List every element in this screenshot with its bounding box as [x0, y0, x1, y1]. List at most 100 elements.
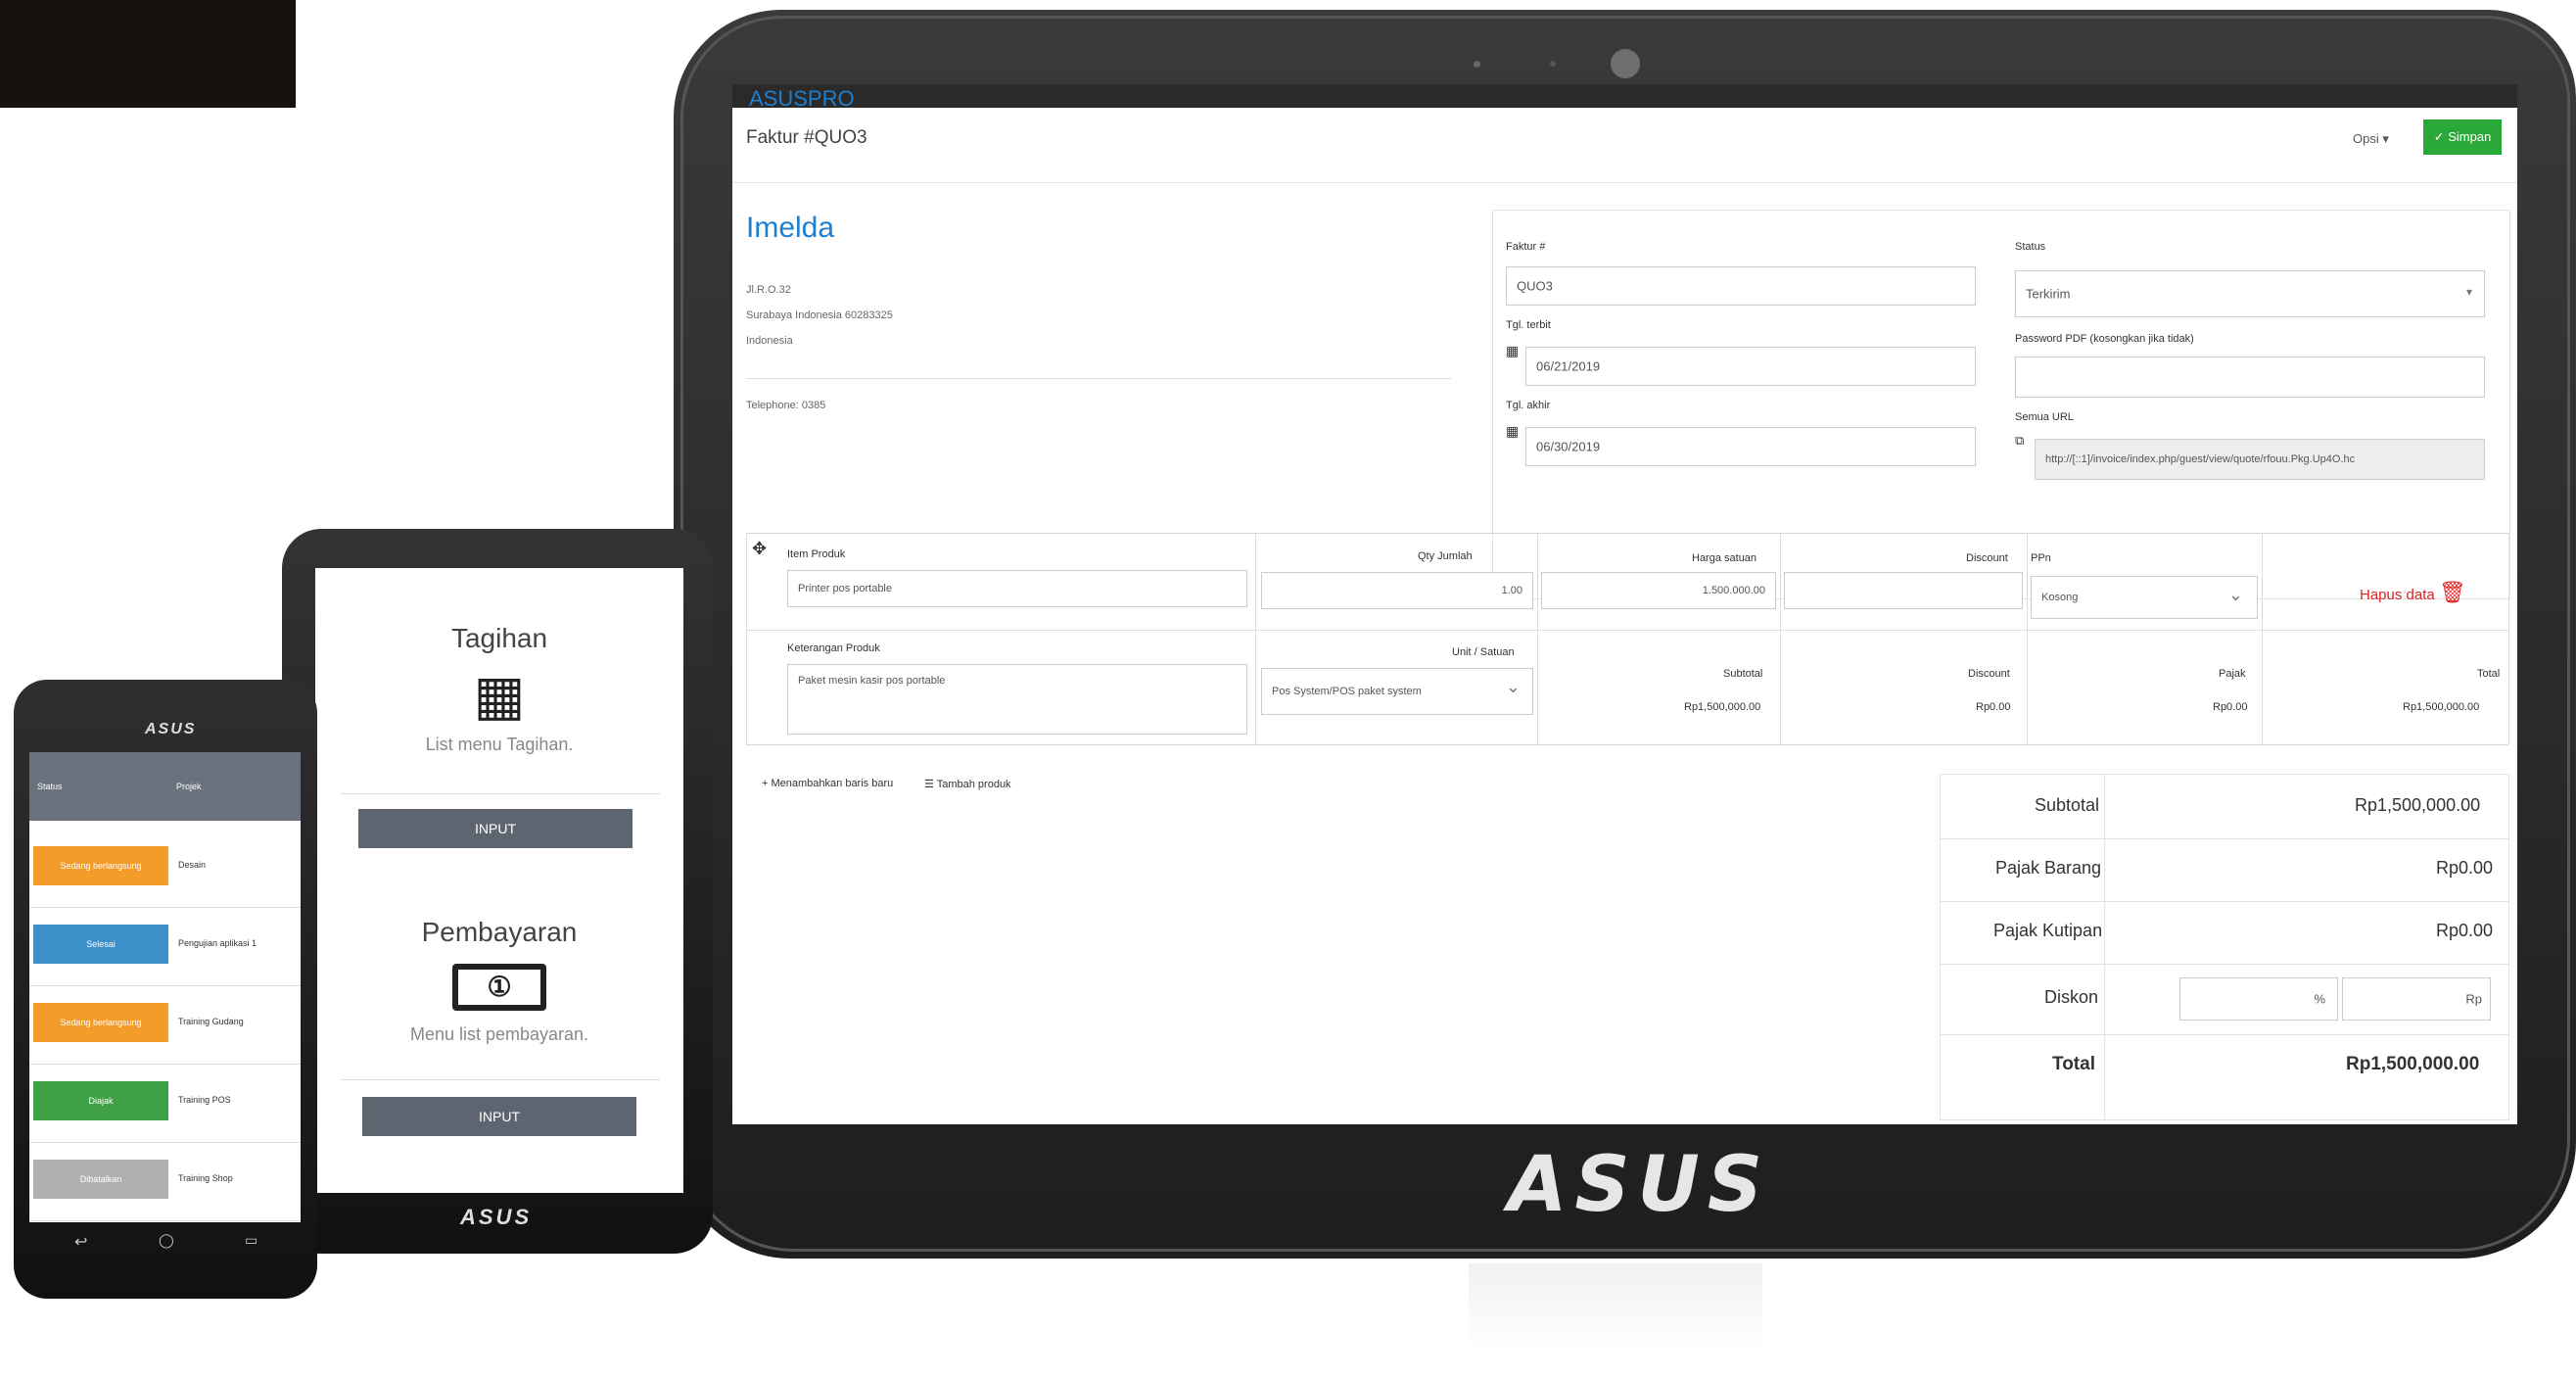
status-value: Terkirim [2026, 286, 2071, 302]
desc-value: Paket mesin kasir pos portable [798, 675, 946, 687]
item-tax-header: Pajak [2219, 668, 2246, 680]
tax-select[interactable]: Kosong ⌄ [2031, 576, 2258, 619]
project-name: Training POS [178, 1095, 231, 1105]
asus-logo: ASUS [460, 1205, 533, 1229]
banknote-icon: ① [452, 964, 546, 1011]
screen-top-strip [732, 84, 2517, 110]
due-date-value: 06/30/2019 [1536, 439, 1601, 454]
add-product-link[interactable]: ☰ Tambah produk [924, 778, 1011, 790]
asus-logo: ASUS [1508, 1141, 1771, 1229]
qty-field[interactable]: 1.00 [1261, 572, 1533, 609]
small-tablet-screen: Tagihan ▦ List menu Tagihan. INPUT Pemba… [315, 568, 683, 1193]
table-row[interactable]: Selesai Pengujian aplikasi 1 [29, 907, 301, 986]
item-total-header: Total [2477, 668, 2501, 680]
due-date-field[interactable]: 06/30/2019 [1525, 427, 1976, 466]
asus-logo: ASUS [145, 721, 197, 737]
status-badge: Sedang berlangsung [33, 846, 168, 885]
database-icon: ☰ [924, 779, 934, 790]
client-phone: Telephone: 0385 [746, 400, 826, 411]
issue-date-label: Tgl. terbit [1506, 319, 1551, 331]
item-tax-label: Pajak Barang [1995, 858, 2102, 878]
guest-url-value: http://[::1]/invoice/index.php/guest/vie… [2045, 453, 2356, 465]
desc-header: Keterangan Produk [787, 642, 880, 654]
qty-value: 1.00 [1501, 585, 1522, 596]
home-icon[interactable]: ◯ [159, 1232, 174, 1249]
subtotal-value: Rp1,500,000.00 [1684, 701, 1761, 713]
guest-url-label: Semua URL [2015, 411, 2074, 423]
invoice-number-field[interactable]: QUO3 [1506, 266, 1976, 306]
unit-value: Pos System/POS paket system [1272, 686, 1422, 697]
calendar-icon[interactable]: ▦ [1506, 343, 1519, 359]
drag-handle-icon[interactable]: ✥ [752, 539, 767, 559]
sensor-icon [1474, 61, 1480, 68]
invoice-screen: Faktur #QUO3 Opsi ▾ ✓ Simpan Imelda Jl.R… [732, 108, 2517, 1124]
status-select[interactable]: Terkirim ▾ [2015, 270, 2485, 317]
save-button[interactable]: ✓ Simpan [2423, 119, 2502, 155]
issue-date-field[interactable]: 06/21/2019 [1525, 347, 1976, 386]
payment-description: Menu list pembayaran. [409, 1024, 589, 1044]
quote-tax-total-value: Rp0.00 [2436, 921, 2494, 940]
item-discount-value: Rp0.00 [1976, 701, 2011, 713]
item-tax-total-value: Rp0.00 [2436, 858, 2494, 878]
price-header: Harga satuan [1692, 552, 1757, 564]
table-row[interactable]: Sedang berlangsung Desain [29, 829, 301, 908]
quote-tax-label: Pajak Kutipan [1993, 921, 2103, 940]
status-label: Status [2015, 241, 2046, 253]
discount-field[interactable] [1784, 572, 2023, 609]
unit-select[interactable]: Pos System/POS paket system ⌄ [1261, 668, 1533, 715]
number-label: Faktur # [1506, 241, 1546, 253]
status-column-header: Status [37, 782, 63, 791]
discount-amount-field[interactable]: Rp [2342, 977, 2491, 1021]
tax-value: Kosong [2041, 592, 2079, 603]
guest-url-field[interactable]: http://[::1]/invoice/index.php/guest/vie… [2035, 439, 2485, 480]
check-icon: ✓ [2433, 129, 2445, 144]
invoice-number-value: QUO3 [1517, 278, 1553, 294]
item-discount-header: Discount [1968, 668, 2010, 680]
item-name-header: Item Produk [787, 548, 846, 560]
pdf-password-label: Password PDF (kosongkan jika tidak) [2015, 333, 2194, 345]
delete-item-button[interactable]: Hapus data 🗑 [2360, 580, 2466, 605]
item-name-field[interactable]: Printer pos portable [787, 570, 1247, 607]
reflection [1469, 1263, 1762, 1352]
copy-icon[interactable]: ⧉ [2015, 433, 2024, 449]
subtotal-header: Subtotal [1723, 668, 1763, 680]
billing-input-button[interactable]: INPUT [358, 809, 632, 848]
phone-table-header [29, 752, 301, 821]
project-column-header: Projek [176, 782, 202, 791]
chevron-down-icon: ⌄ [2227, 585, 2243, 604]
options-label: Opsi [2353, 131, 2379, 146]
item-tax-value: Rp0.00 [2213, 701, 2248, 713]
project-name: Pengujian aplikasi 1 [178, 938, 258, 948]
chevron-down-icon: ▾ [2465, 285, 2472, 299]
discount-header: Discount [1966, 552, 2008, 564]
item-total-value: Rp1,500,000.00 [2403, 701, 2480, 713]
delete-label: Hapus data [2360, 587, 2435, 603]
options-menu[interactable]: Opsi ▾ [2353, 131, 2389, 147]
payment-input-button[interactable]: INPUT [362, 1097, 636, 1136]
table-row[interactable]: Sedang berlangsung Training Gudang [29, 985, 301, 1065]
back-icon[interactable]: ↩ [74, 1232, 87, 1252]
table-row[interactable]: Dibatalkan Training Shop [29, 1142, 301, 1221]
add-row-link[interactable]: + Menambahkan baris baru [762, 778, 893, 789]
price-field[interactable]: 1.500.000.00 [1541, 572, 1776, 609]
payment-title: Pembayaran [421, 917, 578, 947]
status-badge: Dibatalkan [33, 1160, 168, 1199]
discount-percent-field[interactable]: % [2179, 977, 2338, 1021]
table-row[interactable]: Diajak Training POS [29, 1064, 301, 1143]
status-badge: Diajak [33, 1081, 168, 1120]
calendar-icon[interactable]: ▦ [1506, 423, 1519, 440]
camera-icon [1611, 49, 1640, 78]
billing-description: List menu Tagihan. [425, 735, 574, 754]
price-value: 1.500.000.00 [1702, 585, 1765, 596]
desc-field[interactable]: Paket mesin kasir pos portable [787, 664, 1247, 735]
client-name[interactable]: Imelda [746, 212, 834, 245]
pdf-password-field[interactable] [2015, 356, 2485, 398]
calculator-icon: ▦ [473, 664, 526, 726]
project-name: Training Shop [178, 1173, 233, 1183]
recent-apps-icon[interactable]: ▭ [245, 1232, 258, 1249]
subtotal-total-value: Rp1,500,000.00 [2355, 795, 2481, 815]
status-badge: Sedang berlangsung [33, 1003, 168, 1042]
address-line: Indonesia [746, 335, 793, 347]
grand-total-label: Total [2052, 1054, 2095, 1074]
save-label: Simpan [2448, 129, 2492, 144]
